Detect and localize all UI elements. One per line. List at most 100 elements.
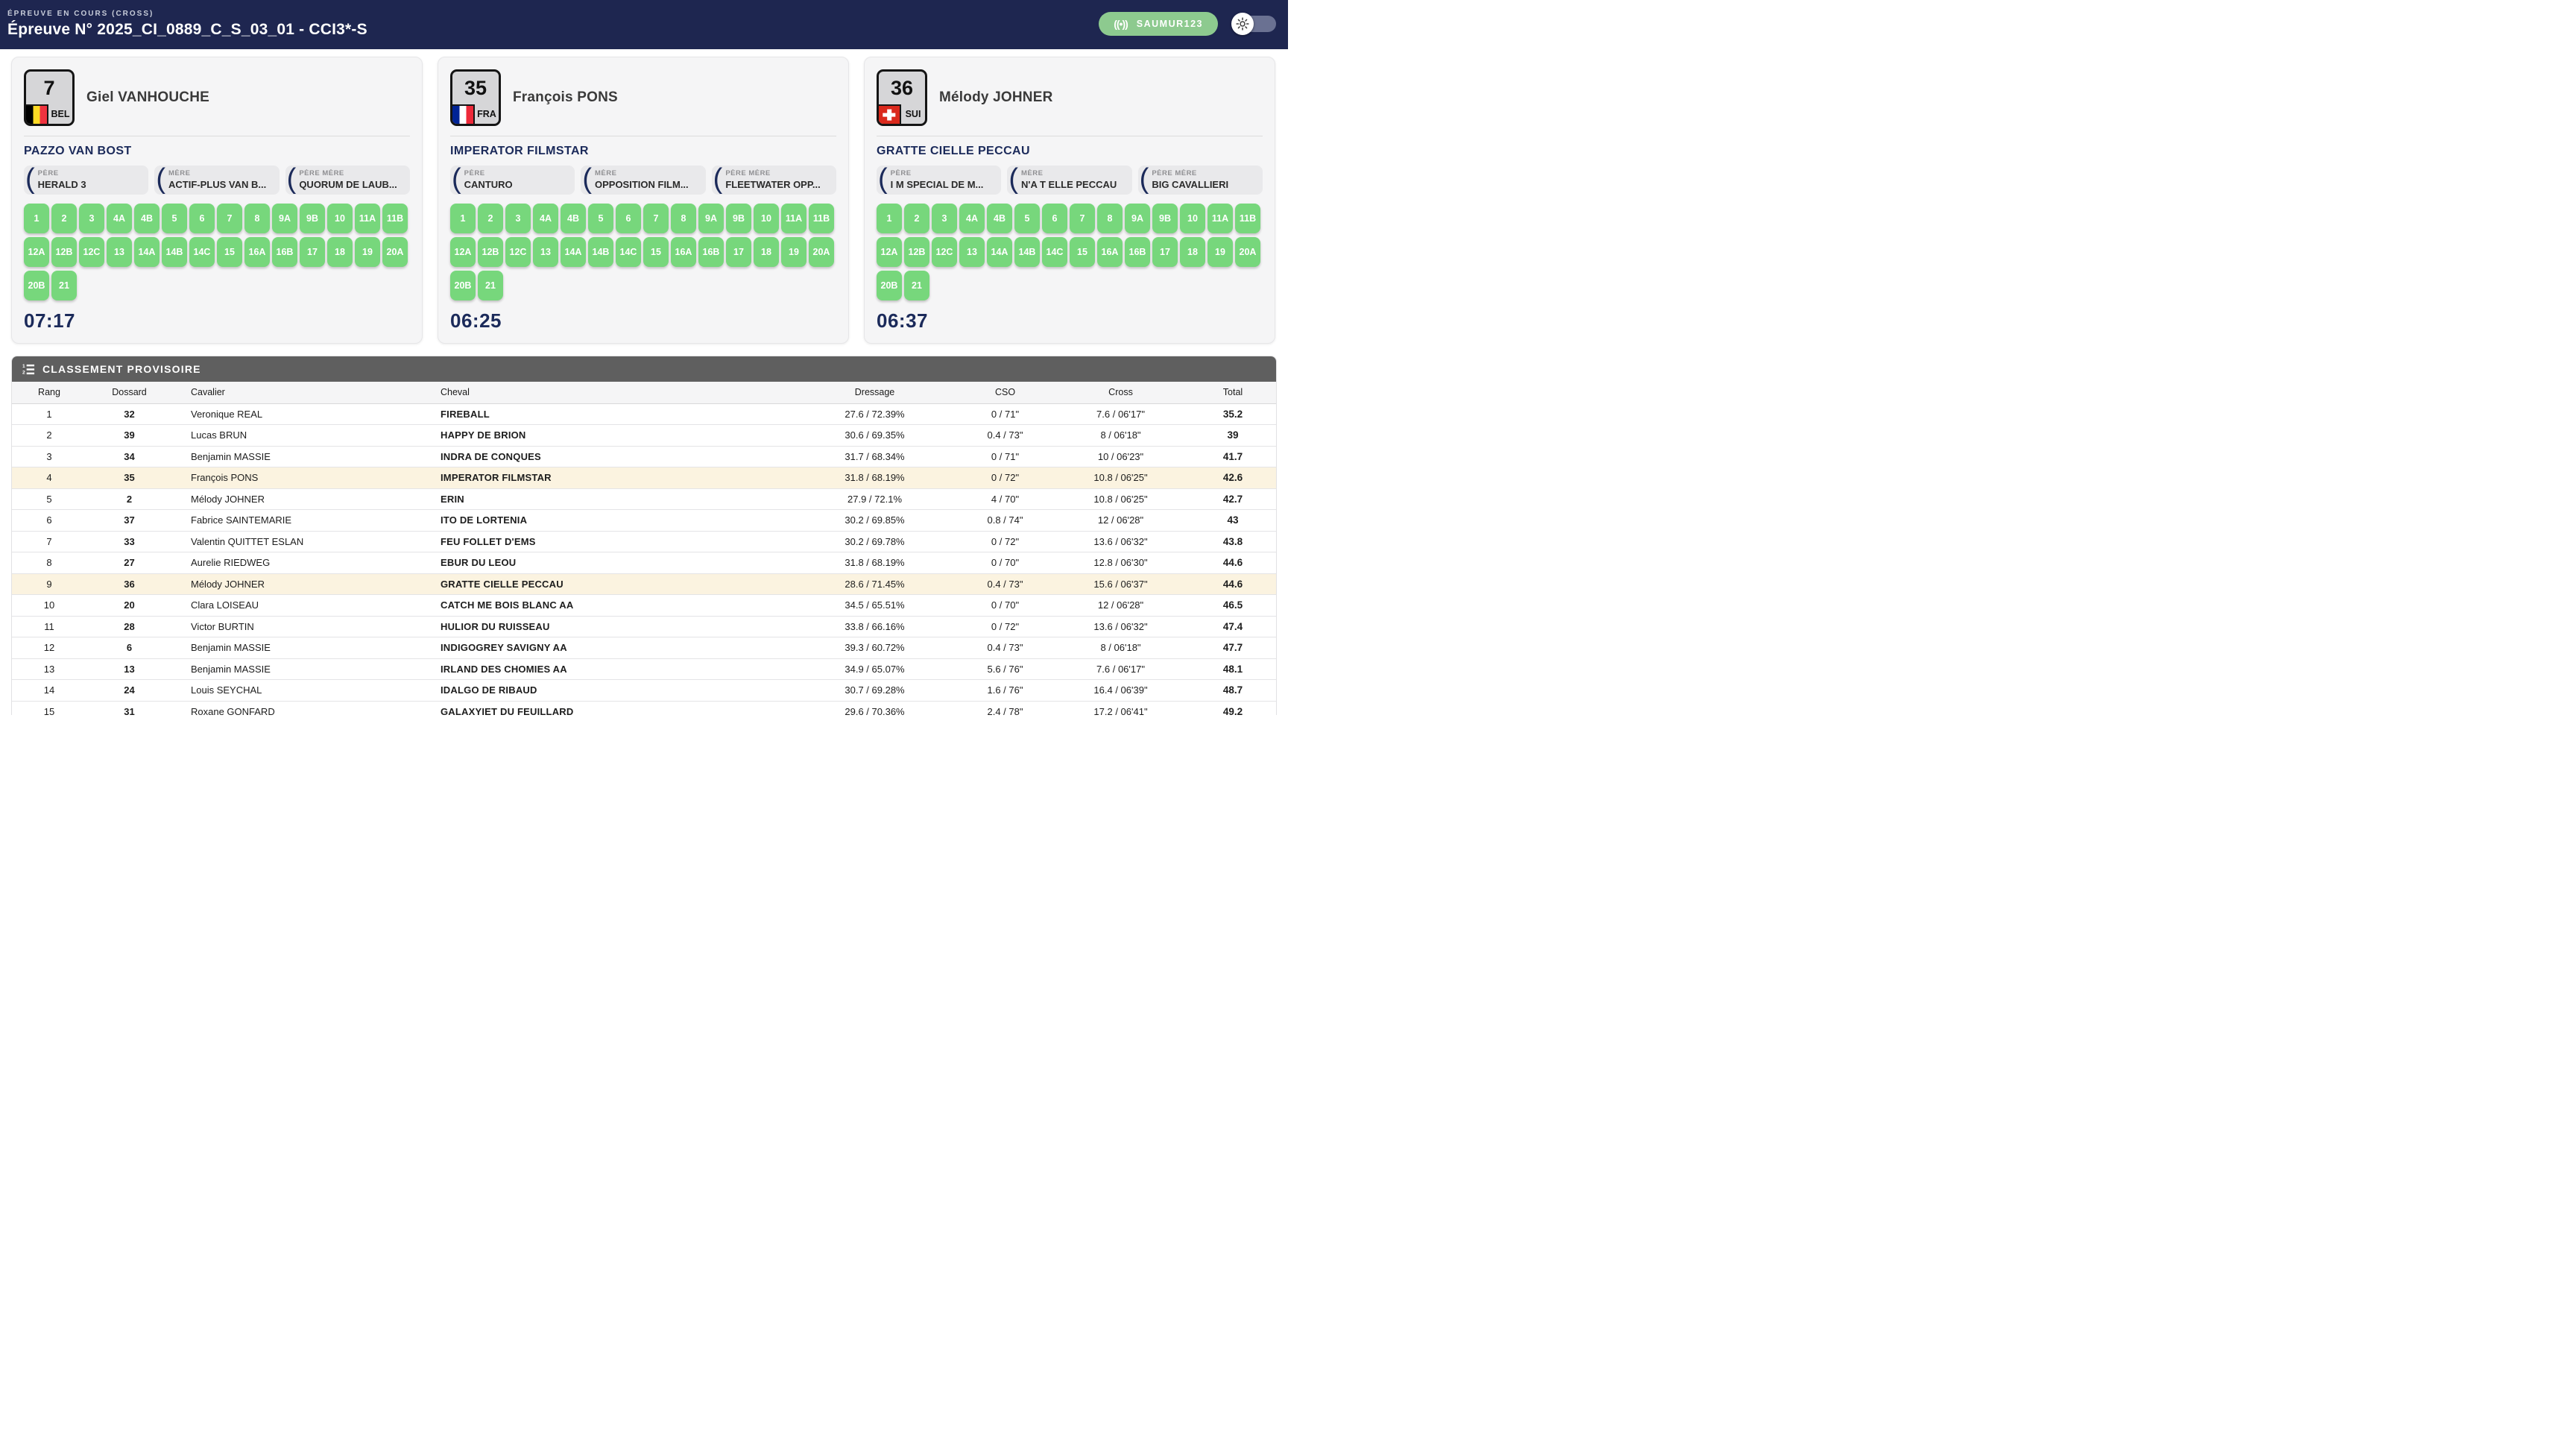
fence-chip-16A[interactable]: 16A	[671, 237, 696, 267]
fence-chip-16A[interactable]: 16A	[244, 237, 270, 267]
fence-chip-7[interactable]: 7	[217, 204, 242, 233]
fence-chip-14C[interactable]: 14C	[616, 237, 641, 267]
fence-chip-17[interactable]: 17	[300, 237, 325, 267]
fence-chip-11A[interactable]: 11A	[781, 204, 806, 233]
fence-chip-20B[interactable]: 20B	[24, 271, 49, 300]
fence-chip-10[interactable]: 10	[327, 204, 353, 233]
fence-chip-19[interactable]: 19	[1208, 237, 1233, 267]
fence-chip-12B[interactable]: 12B	[904, 237, 929, 267]
fence-chip-20B[interactable]: 20B	[877, 271, 902, 300]
fence-chip-12C[interactable]: 12C	[505, 237, 531, 267]
fence-chip-13[interactable]: 13	[959, 237, 985, 267]
fence-chip-4A[interactable]: 4A	[107, 204, 132, 233]
fence-chip-3[interactable]: 3	[505, 204, 531, 233]
fence-chip-20A[interactable]: 20A	[382, 237, 408, 267]
fence-chip-4B[interactable]: 4B	[134, 204, 160, 233]
fence-chip-10[interactable]: 10	[1180, 204, 1205, 233]
fence-chip-17[interactable]: 17	[726, 237, 751, 267]
fence-chip-11A[interactable]: 11A	[1208, 204, 1233, 233]
live-badge[interactable]: ((•)) SAUMUR123	[1099, 12, 1218, 36]
fence-chip-14B[interactable]: 14B	[162, 237, 187, 267]
fence-chip-12A[interactable]: 12A	[450, 237, 476, 267]
fence-chip-11B[interactable]: 11B	[1235, 204, 1260, 233]
fence-chip-3[interactable]: 3	[79, 204, 104, 233]
fence-chip-5[interactable]: 5	[588, 204, 613, 233]
fence-chip-1[interactable]: 1	[877, 204, 902, 233]
col-header-rang: Rang	[12, 382, 86, 403]
fence-chip-13[interactable]: 13	[533, 237, 558, 267]
fence-chip-12A[interactable]: 12A	[877, 237, 902, 267]
fence-chip-9B[interactable]: 9B	[300, 204, 325, 233]
fence-chip-12B[interactable]: 12B	[478, 237, 503, 267]
fence-chip-11B[interactable]: 11B	[382, 204, 408, 233]
fence-chip-15[interactable]: 15	[643, 237, 669, 267]
fence-chip-17[interactable]: 17	[1152, 237, 1178, 267]
fence-chip-9A[interactable]: 9A	[272, 204, 297, 233]
fence-chip-14C[interactable]: 14C	[1042, 237, 1067, 267]
pedigree-label: MÈRE	[168, 169, 266, 177]
fence-chip-20A[interactable]: 20A	[809, 237, 834, 267]
fence-chip-9A[interactable]: 9A	[1125, 204, 1150, 233]
fence-chip-7[interactable]: 7	[1070, 204, 1095, 233]
fence-chip-9B[interactable]: 9B	[1152, 204, 1178, 233]
fence-chip-9B[interactable]: 9B	[726, 204, 751, 233]
fence-chip-4B[interactable]: 4B	[561, 204, 586, 233]
fence-chip-16B[interactable]: 16B	[272, 237, 297, 267]
fence-chip-7[interactable]: 7	[643, 204, 669, 233]
fence-chip-21[interactable]: 21	[51, 271, 77, 300]
fence-chip-10[interactable]: 10	[754, 204, 779, 233]
fence-chip-14A[interactable]: 14A	[134, 237, 160, 267]
fence-chip-15[interactable]: 15	[217, 237, 242, 267]
cell-cross: 10.8 / 06'25"	[1052, 488, 1190, 510]
fence-chip-2[interactable]: 2	[904, 204, 929, 233]
fence-chip-8[interactable]: 8	[671, 204, 696, 233]
fence-chip-5[interactable]: 5	[162, 204, 187, 233]
fence-chip-20B[interactable]: 20B	[450, 271, 476, 300]
fence-chip-15[interactable]: 15	[1070, 237, 1095, 267]
fence-chip-12C[interactable]: 12C	[79, 237, 104, 267]
fence-chip-14A[interactable]: 14A	[561, 237, 586, 267]
cell-dossard: 35	[86, 467, 172, 489]
fence-chip-21[interactable]: 21	[904, 271, 929, 300]
fence-chip-4A[interactable]: 4A	[959, 204, 985, 233]
fence-chip-9A[interactable]: 9A	[698, 204, 724, 233]
fence-chip-8[interactable]: 8	[244, 204, 270, 233]
theme-toggle[interactable]	[1231, 13, 1276, 35]
col-header-dossard: Dossard	[86, 382, 172, 403]
fence-chip-1[interactable]: 1	[24, 204, 49, 233]
fence-chip-4B[interactable]: 4B	[987, 204, 1012, 233]
fence-chip-12B[interactable]: 12B	[51, 237, 77, 267]
fence-chip-18[interactable]: 18	[327, 237, 353, 267]
fence-chip-8[interactable]: 8	[1097, 204, 1123, 233]
fence-chip-14A[interactable]: 14A	[987, 237, 1012, 267]
col-header-cso: CSO	[959, 382, 1052, 403]
fence-chip-11B[interactable]: 11B	[809, 204, 834, 233]
fence-chip-12A[interactable]: 12A	[24, 237, 49, 267]
fence-chip-6[interactable]: 6	[1042, 204, 1067, 233]
fence-chip-2[interactable]: 2	[478, 204, 503, 233]
fence-chip-13[interactable]: 13	[107, 237, 132, 267]
fence-chip-21[interactable]: 21	[478, 271, 503, 300]
fence-chip-14C[interactable]: 14C	[189, 237, 215, 267]
fence-chip-3[interactable]: 3	[932, 204, 957, 233]
fence-chip-6[interactable]: 6	[189, 204, 215, 233]
fence-chip-1[interactable]: 1	[450, 204, 476, 233]
fence-chip-19[interactable]: 19	[781, 237, 806, 267]
fence-chip-16B[interactable]: 16B	[698, 237, 724, 267]
fence-chip-6[interactable]: 6	[616, 204, 641, 233]
fence-chip-14B[interactable]: 14B	[1014, 237, 1040, 267]
card-top: 7 BEL Giel VANHOUCHE	[24, 69, 410, 126]
fence-chip-16A[interactable]: 16A	[1097, 237, 1123, 267]
fence-chip-4A[interactable]: 4A	[533, 204, 558, 233]
fence-chip-18[interactable]: 18	[1180, 237, 1205, 267]
fence-chip-14B[interactable]: 14B	[588, 237, 613, 267]
fence-chip-5[interactable]: 5	[1014, 204, 1040, 233]
fence-chip-18[interactable]: 18	[754, 237, 779, 267]
fence-chip-2[interactable]: 2	[51, 204, 77, 233]
fence-chip-20A[interactable]: 20A	[1235, 237, 1260, 267]
fence-chip-12C[interactable]: 12C	[932, 237, 957, 267]
page: ÉPREUVE EN COURS (CROSS) Épreuve N° 2025…	[0, 0, 1288, 715]
fence-chip-11A[interactable]: 11A	[355, 204, 380, 233]
fence-chip-16B[interactable]: 16B	[1125, 237, 1150, 267]
fence-chip-19[interactable]: 19	[355, 237, 380, 267]
